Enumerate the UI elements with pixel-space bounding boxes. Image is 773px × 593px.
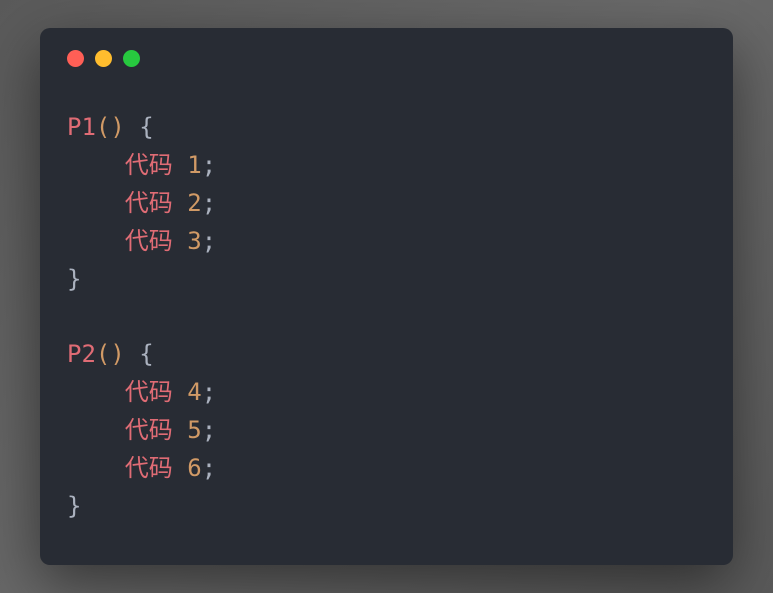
code-keyword: 代码 [125,416,173,444]
code-number: 5 [187,416,201,444]
close-paren: ) [110,340,124,368]
semicolon: ; [202,454,216,482]
open-brace: { [139,340,153,368]
code-number: 2 [187,189,201,217]
code-keyword: 代码 [125,151,173,179]
code-window: P1() { 代码 1; 代码 2; 代码 3; } P2() { 代码 4; … [40,28,733,565]
open-brace: { [139,113,153,141]
function-name: P1 [67,113,96,141]
close-icon[interactable] [67,50,84,67]
space [125,340,139,368]
minimize-icon[interactable] [95,50,112,67]
window-controls [40,28,733,67]
code-number: 4 [187,378,201,406]
semicolon: ; [202,227,216,255]
code-content: P1() { 代码 1; 代码 2; 代码 3; } P2() { 代码 4; … [40,67,733,526]
code-keyword: 代码 [125,454,173,482]
open-paren: ( [96,113,110,141]
semicolon: ; [202,189,216,217]
semicolon: ; [202,416,216,444]
code-number: 3 [187,227,201,255]
close-brace: } [67,265,81,293]
code-number: 1 [187,151,201,179]
close-paren: ) [110,113,124,141]
code-keyword: 代码 [125,378,173,406]
semicolon: ; [202,151,216,179]
space [125,113,139,141]
maximize-icon[interactable] [123,50,140,67]
function-name: P2 [67,340,96,368]
code-keyword: 代码 [125,189,173,217]
semicolon: ; [202,378,216,406]
code-keyword: 代码 [125,227,173,255]
code-number: 6 [187,454,201,482]
open-paren: ( [96,340,110,368]
close-brace: } [67,492,81,520]
